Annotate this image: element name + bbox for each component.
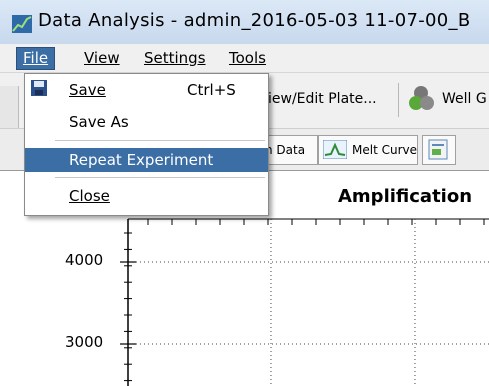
window-title: Data Analysis - admin_2016-05-03 11-07-0… [38,10,471,31]
menu-file-label: File [23,49,49,67]
menu-file[interactable]: File [16,47,56,70]
chart-title: Amplification [338,186,473,207]
menu-separator [55,177,265,178]
tab-melt-curve-label: Melt Curve [352,143,417,157]
menu-view[interactable]: View [78,48,126,69]
y-tick-label-3000: 3000 [65,333,104,351]
app-icon [12,15,32,33]
menu-item-save-shortcut: Ctrl+S [187,81,236,99]
menu-item-save[interactable]: Save Ctrl+S [25,78,268,102]
menu-item-save-label: Save [69,81,106,99]
menu-item-close[interactable]: Close [25,184,268,208]
file-menu-dropdown: Save Ctrl+S Save As Repeat Experiment Cl… [24,73,269,216]
well-icon [409,86,434,110]
menu-tools-label: Tools [229,49,266,67]
y-tick-label-4000: 4000 [65,251,104,269]
menu-item-save-as[interactable]: Save As [25,110,268,134]
tab-melt-curve[interactable]: Melt Curve [318,135,418,165]
menu-separator [55,140,265,141]
title-bar[interactable]: Data Analysis - admin_2016-05-03 11-07-0… [0,0,489,45]
menu-item-repeat-label: Repeat Experiment [69,151,214,169]
tab-run-data-label: n Data [265,143,306,157]
tab-report[interactable] [422,135,456,165]
menu-item-close-label: Close [69,187,110,205]
menu-item-repeat-experiment[interactable]: Repeat Experiment [25,148,268,172]
well-group-button[interactable]: Well G [442,91,487,107]
menu-bar: File View Settings Tools [0,44,489,72]
menu-item-save-as-label: Save As [69,113,129,131]
menu-view-label: View [84,49,120,67]
report-icon [428,139,448,160]
melt-curve-icon [323,140,347,159]
menu-tools[interactable]: Tools [223,48,272,69]
menu-settings[interactable]: Settings [138,48,212,69]
view-edit-plate-button[interactable]: iew/Edit Plate... [268,91,377,107]
menu-settings-label: Settings [144,49,206,67]
toolbar-divider [398,83,399,117]
